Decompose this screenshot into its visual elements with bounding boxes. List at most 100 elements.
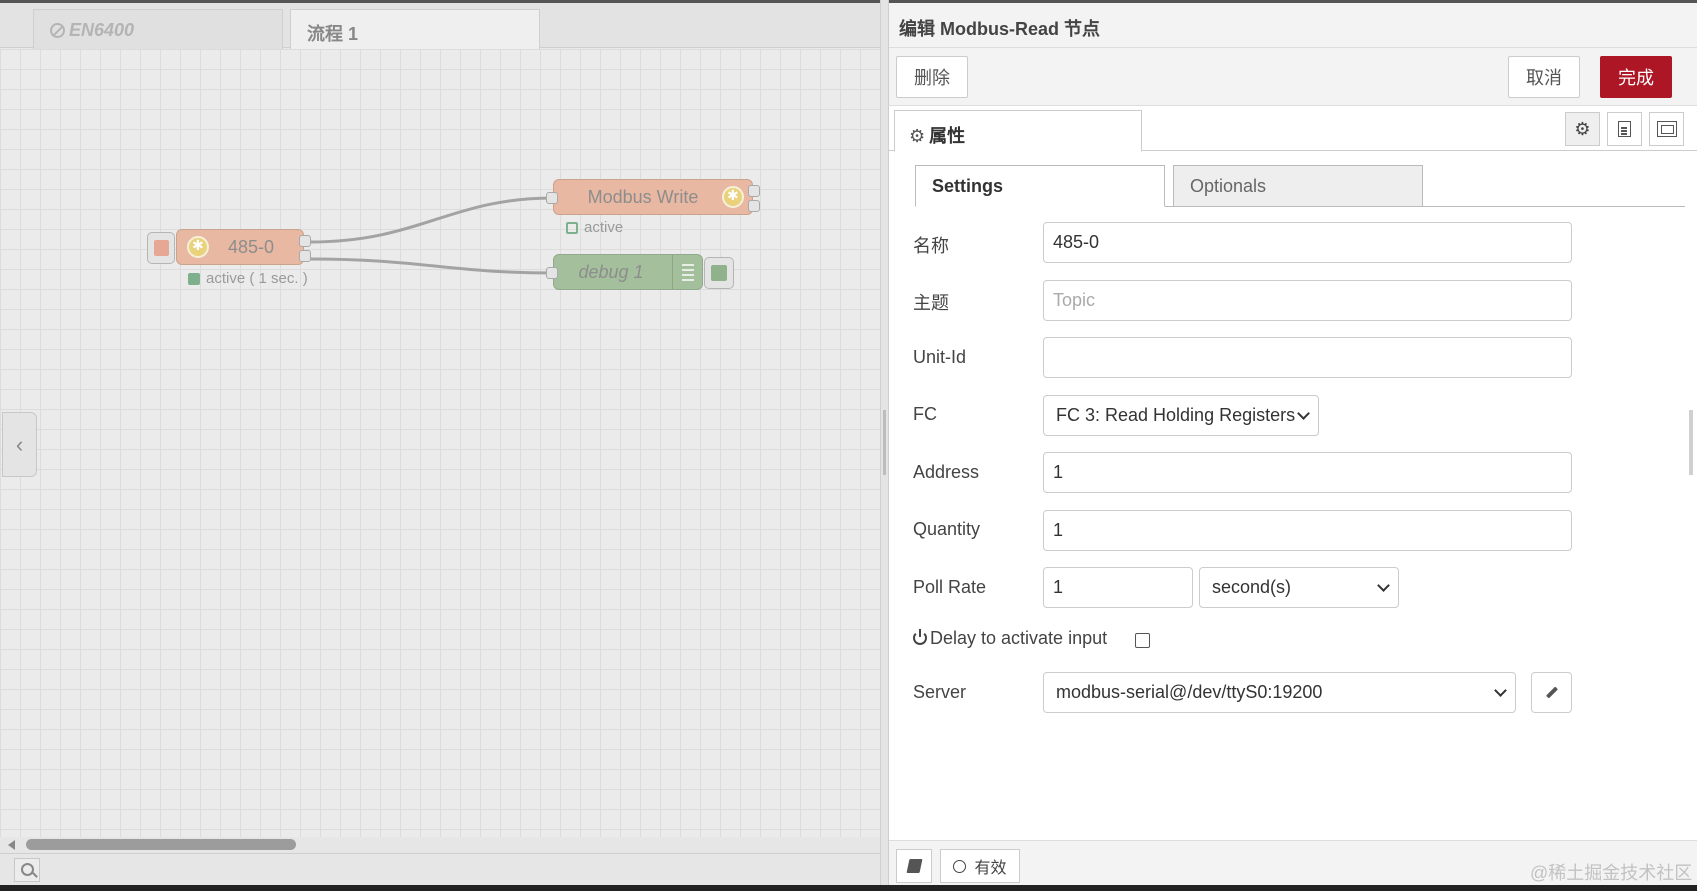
tab-label: EN6400 [69,20,135,40]
horizontal-scrollbar[interactable] [0,837,880,853]
done-button[interactable]: 完成 [1600,56,1672,98]
status-text: active [584,219,624,236]
debug-list-icon [672,255,702,289]
delete-button[interactable]: 删除 [896,56,968,98]
address-label: Address [913,462,980,482]
delay-checkbox[interactable] [1135,633,1150,648]
bottom-border [0,885,1697,891]
cancel-button[interactable]: 取消 [1508,56,1580,98]
output-port-2[interactable] [299,250,311,262]
node-settings-button[interactable]: ⚙ [1565,112,1600,146]
tab-flow-1[interactable]: 流程 1 [290,9,540,49]
tab-en6400[interactable]: EN6400 [33,9,283,49]
poll-rate-unit-value: second(s) [1212,577,1292,597]
tab-label: 流程 1 [307,24,359,44]
wire-read-to-debug [309,257,554,275]
subtab-optionals[interactable]: Optionals [1173,165,1423,207]
delay-text: Delay to activate input [930,628,1108,648]
node-modbus-write[interactable]: Modbus Write [546,179,760,215]
topic-input[interactable]: Topic [1043,280,1572,321]
poll-rate-unit-select[interactable]: second(s) [1199,567,1399,608]
chevron-down-icon [1377,579,1390,592]
enabled-label: 有效 [974,860,1007,877]
node-description-button[interactable] [1607,112,1642,146]
node-label: Modbus Write [587,186,699,207]
node-button[interactable] [147,232,175,264]
topic-label: 主题 [913,293,949,313]
flow-canvas[interactable]: 485-0 active ( 1 sec. ) Modbus Write act… [0,49,880,837]
server-label: Server [913,682,967,702]
disabled-icon [50,23,65,38]
gear-icon: ⚙ [909,126,926,146]
quantity-label: Quantity [913,519,981,539]
editor-toolbar: 删除 取消 完成 [889,48,1697,106]
edit-server-button[interactable] [1531,672,1572,713]
status-dot-icon [188,272,200,285]
fc-value: FC 3: Read Holding Registers [1056,405,1296,425]
document-icon [1618,121,1631,137]
poll-rate-value: 1 [1053,577,1064,597]
address-value: 1 [1053,462,1064,482]
search-icon[interactable] [14,858,40,882]
pencil-icon [1545,686,1558,699]
quantity-value: 1 [1053,520,1064,540]
address-input[interactable]: 1 [1043,452,1572,493]
fc-select[interactable]: FC 3: Read Holding Registers [1043,395,1319,436]
output-port-1[interactable] [299,235,311,247]
settings-sub-tabs: Settings Optionals [915,165,1685,207]
power-icon [913,629,927,645]
poll-rate-label: Poll Rate [913,577,987,597]
modbus-gear-icon [187,236,209,258]
chevron-down-icon [1494,684,1507,697]
panel-splitter[interactable] [880,0,889,891]
node-editor-panel: 编辑 Modbus-Read 节点 删除 取消 完成 ⚙ 属性 ⚙ Setting… [889,0,1697,891]
node-status-read: active ( 1 sec. ) [188,270,308,287]
enabled-toggle[interactable]: 有效 [940,849,1020,883]
editor-tabs: ⚙ 属性 ⚙ [889,106,1697,152]
node-modbus-read[interactable]: 485-0 [147,229,311,265]
output-port-2[interactable] [748,200,760,212]
debug-toggle-button[interactable] [704,257,734,289]
editor-footer: 有效 @稀土掘金技术社区 [889,840,1697,885]
poll-rate-input[interactable]: 1 [1043,567,1193,608]
editor-header: 编辑 Modbus-Read 节点 [889,3,1697,48]
node-debug[interactable]: debug 1 [546,254,734,290]
wire-read-to-write [309,196,554,244]
book-icon [906,859,922,873]
unit-id-input[interactable] [1043,337,1572,378]
topic-placeholder: Topic [1053,290,1096,310]
status-ring-icon [566,221,578,234]
output-port-1[interactable] [748,185,760,197]
input-port[interactable] [546,267,558,279]
unit-id-label: Unit-Id [913,347,967,367]
subtab-settings[interactable]: Settings [915,165,1165,207]
name-input[interactable]: 485-0 [1043,222,1572,263]
workspace-footer [0,853,880,885]
node-appearance-button[interactable] [1649,112,1684,146]
input-port[interactable] [546,192,558,204]
delay-label: Delay to activate input [913,628,1107,649]
circle-icon [953,859,967,873]
frame-icon [1656,121,1677,137]
server-value: modbus-serial@/dev/ttyS0:19200 [1056,682,1323,702]
tab-label: 属性 [929,126,966,146]
scroll-left-icon[interactable] [8,840,15,850]
scrollbar-thumb[interactable] [26,839,296,850]
node-label: debug 1 [578,261,644,282]
node-info-button[interactable] [896,849,932,883]
name-label: 名称 [913,236,949,256]
watermark: @稀土掘金技术社区 [1530,863,1693,883]
editor-title: 编辑 Modbus-Read 节点 [899,19,1100,39]
workspace-tab-bar: EN6400 流程 1 [0,3,880,49]
node-label: 485-0 [227,236,275,257]
splitter-grip[interactable] [883,410,886,475]
right-scroll-grip [1689,410,1693,475]
gear-icon: ⚙ [1574,118,1591,139]
quantity-input[interactable]: 1 [1043,510,1572,551]
modbus-gear-icon [722,186,744,208]
fc-label: FC [913,404,937,424]
server-select[interactable]: modbus-serial@/dev/ttyS0:19200 [1043,672,1516,713]
node-status-write: active [566,219,623,236]
tab-properties[interactable]: ⚙ 属性 [894,110,1142,152]
sidebar-collapse-button[interactable]: ‹ [2,412,37,477]
